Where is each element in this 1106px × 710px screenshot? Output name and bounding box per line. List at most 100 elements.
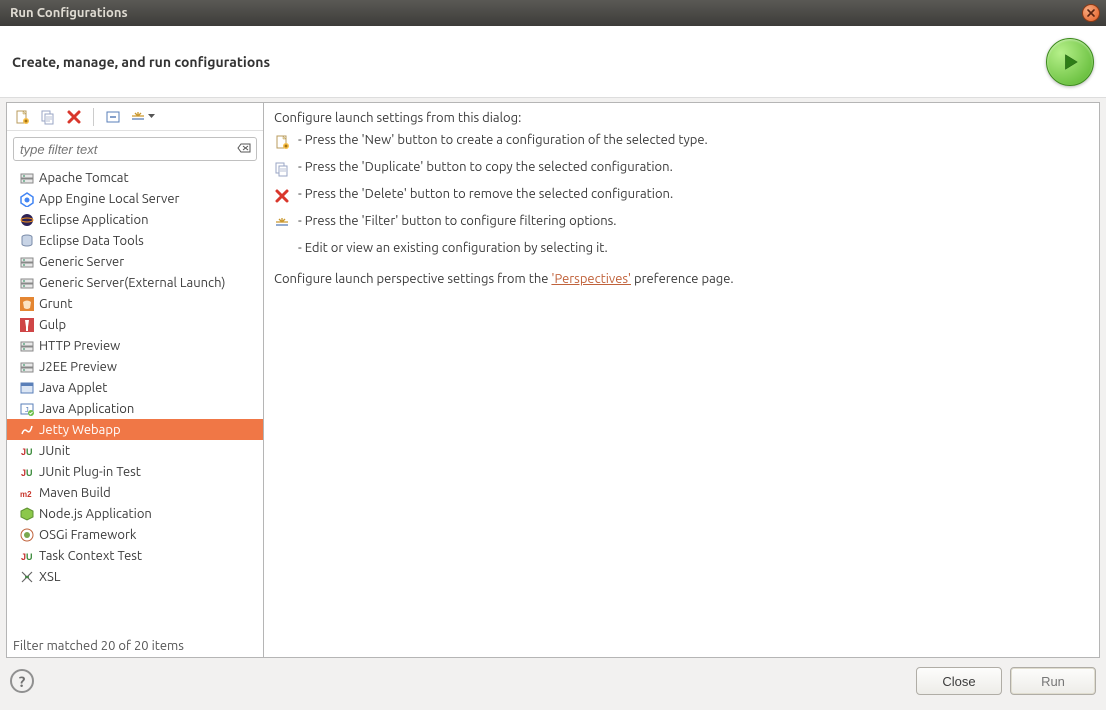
instructions-title: Configure launch settings from this dial… — [274, 111, 1089, 125]
tree-item[interactable]: m2 Maven Build — [7, 482, 263, 503]
tree-item[interactable]: Java Applet — [7, 377, 263, 398]
left-panel: Apache Tomcat App Engine Local Server Ecli… — [6, 102, 264, 658]
main-panel: Configure launch settings from this dial… — [264, 102, 1100, 658]
tree-item[interactable]: Jetty Webapp — [7, 419, 263, 440]
window-close-button[interactable] — [1082, 4, 1100, 22]
tree-item[interactable]: App Engine Local Server — [7, 188, 263, 209]
tree-item-label: HTTP Preview — [39, 339, 120, 353]
svg-text:U: U — [26, 447, 33, 457]
filter-status: Filter matched 20 of 20 items — [7, 635, 263, 657]
applet-icon — [19, 380, 35, 396]
help-button[interactable]: ? — [10, 669, 34, 693]
instruction-filter: - Press the 'Filter' button to configure… — [274, 214, 1089, 231]
svg-text:U: U — [26, 468, 33, 478]
filter-input[interactable] — [13, 137, 257, 161]
run-button[interactable]: Run — [1010, 667, 1096, 695]
xsl-icon — [19, 569, 35, 585]
dialog-title: Create, manage, and run configurations — [12, 54, 270, 70]
instruction-edit: - Edit or view an existing configuration… — [274, 241, 1089, 258]
tree-item-label: Eclipse Application — [39, 213, 149, 227]
db-icon — [19, 233, 35, 249]
tree-item-label: Generic Server — [39, 255, 124, 269]
delete-config-button[interactable] — [63, 106, 85, 128]
tree-item[interactable]: J2EE Preview — [7, 356, 263, 377]
filter-icon — [274, 215, 290, 231]
tree-item-label: Java Applet — [39, 381, 107, 395]
duplicate-icon — [40, 109, 56, 125]
tree-item[interactable]: JU JUnit — [7, 440, 263, 461]
left-toolbar — [7, 103, 263, 131]
junit-icon: JU — [19, 548, 35, 564]
tree-item-label: JUnit Plug-in Test — [39, 465, 141, 479]
duplicate-config-button[interactable] — [37, 106, 59, 128]
perspectives-link[interactable]: 'Perspectives' — [551, 272, 631, 286]
instruction-text: - Press the 'New' button to create a con… — [298, 133, 708, 147]
tree-item[interactable]: Grunt — [7, 293, 263, 314]
instruction-text: - Press the 'Filter' button to configure… — [298, 214, 616, 228]
tree-item[interactable]: JU Task Context Test — [7, 545, 263, 566]
tree-item-label: Apache Tomcat — [39, 171, 129, 185]
tree-item-label: Gulp — [39, 318, 66, 332]
instruction-text: - Edit or view an existing configuration… — [298, 241, 608, 255]
junit-icon: JU — [19, 443, 35, 459]
window-title: Run Configurations — [6, 6, 1082, 20]
tree-item-label: Grunt — [39, 297, 73, 311]
duplicate-icon — [274, 161, 290, 177]
tree-item[interactable]: Eclipse Application — [7, 209, 263, 230]
backspace-x-icon — [237, 141, 251, 155]
maven-icon: m2 — [19, 485, 35, 501]
tree-item-label: Java Application — [39, 402, 134, 416]
grunt-icon — [19, 296, 35, 312]
instruction-duplicate: - Press the 'Duplicate' button to copy t… — [274, 160, 1089, 177]
tree-item-label: OSGi Framework — [39, 528, 136, 542]
osgi-icon — [19, 527, 35, 543]
tree-item[interactable]: XSL — [7, 566, 263, 587]
tree-item[interactable]: Generic Server(External Launch) — [7, 272, 263, 293]
close-button[interactable]: Close — [916, 667, 1002, 695]
collapse-icon — [105, 109, 121, 125]
config-tree[interactable]: Apache Tomcat App Engine Local Server Ecli… — [7, 167, 263, 635]
javaapp-icon: J — [19, 401, 35, 417]
run-hero-icon — [1046, 38, 1094, 86]
tree-item[interactable]: J Java Application — [7, 398, 263, 419]
server-icon — [19, 275, 35, 291]
tree-item-label: XSL — [39, 570, 60, 584]
server-icon — [19, 338, 35, 354]
tree-item[interactable]: JU JUnit Plug-in Test — [7, 461, 263, 482]
tree-item[interactable]: Node.js Application — [7, 503, 263, 524]
instruction-text: - Press the 'Delete' button to remove th… — [298, 187, 673, 201]
tree-item[interactable]: Eclipse Data Tools — [7, 230, 263, 251]
delete-x-icon — [66, 109, 82, 125]
dialog-footer: ? Close Run — [0, 658, 1106, 704]
titlebar: Run Configurations — [0, 0, 1106, 26]
new-file-icon — [14, 109, 30, 125]
filter-icon — [130, 109, 146, 125]
svg-text:U: U — [26, 552, 33, 562]
clear-filter-button[interactable] — [237, 141, 251, 158]
dialog-header: Create, manage, and run configurations — [0, 26, 1106, 98]
junit-icon: JU — [19, 464, 35, 480]
tree-item-label: Node.js Application — [39, 507, 152, 521]
tree-item[interactable]: Generic Server — [7, 251, 263, 272]
collapse-all-button[interactable] — [102, 106, 124, 128]
chevron-down-icon — [148, 114, 155, 119]
gulp-icon — [19, 317, 35, 333]
tree-item-label: Task Context Test — [39, 549, 142, 563]
tree-item[interactable]: OSGi Framework — [7, 524, 263, 545]
tree-item-label: Generic Server(External Launch) — [39, 276, 225, 290]
close-icon — [1086, 8, 1096, 18]
new-config-button[interactable] — [11, 106, 33, 128]
instruction-text: - Press the 'Duplicate' button to copy t… — [298, 160, 673, 174]
tree-item[interactable]: HTTP Preview — [7, 335, 263, 356]
toolbar-separator — [93, 108, 94, 126]
tree-item[interactable]: Gulp — [7, 314, 263, 335]
eclipse-icon — [19, 212, 35, 228]
tree-item-label: JUnit — [39, 444, 70, 458]
tree-item-label: Eclipse Data Tools — [39, 234, 144, 248]
new-file-icon — [274, 134, 290, 150]
tree-item-label: Maven Build — [39, 486, 111, 500]
perspectives-note: Configure launch perspective settings fr… — [274, 272, 1089, 286]
server-icon — [19, 359, 35, 375]
filter-button[interactable] — [128, 106, 157, 128]
tree-item[interactable]: Apache Tomcat — [7, 167, 263, 188]
